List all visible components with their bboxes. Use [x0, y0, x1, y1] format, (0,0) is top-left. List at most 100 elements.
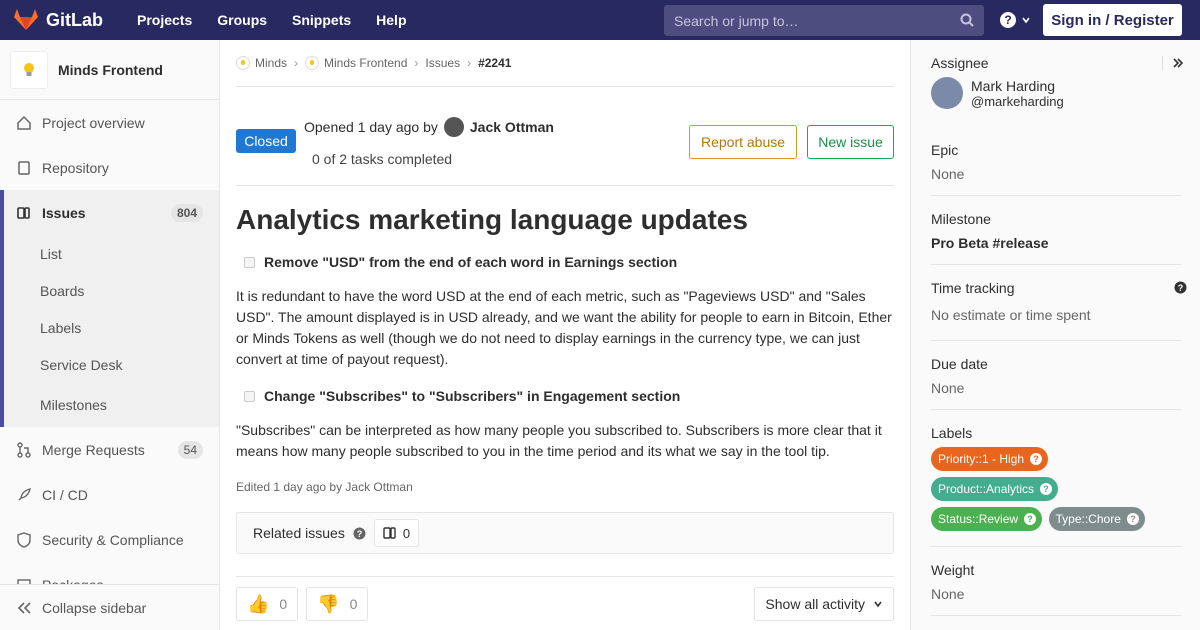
due-date-block: Due date None [931, 356, 1181, 410]
sidebar-subitem-labels[interactable]: Labels [0, 309, 219, 346]
brand-name: GitLab [46, 9, 103, 30]
related-issues-block: Related issues ? 0 [236, 512, 894, 554]
project-avatar [10, 50, 48, 89]
sidebar-item-security[interactable]: Security & Compliance [0, 517, 219, 562]
question-icon[interactable]: ? [1174, 281, 1187, 294]
breadcrumb-issue-number[interactable]: #2241 [478, 56, 511, 70]
sidebar-item-project-overview[interactable]: Project overview [0, 100, 219, 145]
sidebar-item-repository[interactable]: Repository [0, 145, 219, 190]
status-badge: Closed [236, 129, 296, 153]
search-input[interactable]: Search or jump to… [664, 5, 984, 36]
task-item: Remove "USD" from the end of each word i… [236, 254, 894, 270]
nav-groups[interactable]: Groups [217, 12, 267, 28]
description-paragraph: It is redundant to have the word USD at … [236, 288, 892, 367]
tanuki-icon [14, 9, 38, 30]
thumbs-down-button[interactable]: 👎 0 [306, 587, 369, 621]
due-date-title: Due date [931, 356, 988, 372]
breadcrumb-minds[interactable]: Minds [255, 56, 287, 70]
question-icon: ? [1030, 453, 1043, 465]
label-status[interactable]: Status::Review? [931, 507, 1043, 531]
sidebar-item-issues[interactable]: Issues 804 [0, 190, 219, 235]
weight-value: None [931, 586, 965, 602]
breadcrumb-project[interactable]: Minds Frontend [324, 56, 407, 70]
merge-request-icon [17, 441, 31, 458]
thumbs-up-button[interactable]: 👍 0 [236, 587, 299, 621]
sidebar-item-label: Merge Requests [42, 441, 145, 458]
collapse-sidebar-button[interactable]: Collapse sidebar [0, 584, 219, 630]
label-text: Type::Chore [1055, 512, 1121, 526]
chevron-right-icon: › [414, 56, 419, 70]
task-text: Remove "USD" from the end of each word i… [264, 254, 678, 270]
label-priority[interactable]: Priority::1 - High? [931, 447, 1049, 471]
assignee-username: @markeharding [971, 93, 1064, 109]
sidebar-item-label: CI / CD [42, 486, 88, 503]
question-icon: ? [1040, 483, 1053, 495]
sidebar-item-label: Security & Compliance [42, 531, 184, 548]
task-checkbox[interactable] [244, 390, 255, 402]
time-tracking-block: Time tracking ? No estimate or time spen… [931, 280, 1187, 341]
sidebar-subitem-milestones[interactable]: Milestones [0, 383, 219, 427]
time-tracking-value: No estimate or time spent [931, 307, 1091, 323]
label-product[interactable]: Product::Analytics? [931, 477, 1059, 501]
tasks-status: 0 of 2 tasks completed [312, 151, 453, 167]
task-text: Change "Subscribes" to "Subscribers" in … [264, 388, 681, 404]
project-sidebar: Minds Frontend Project overview Reposito… [0, 40, 220, 630]
due-date-value: None [931, 380, 965, 396]
signin-button[interactable]: Sign in / Register [1043, 4, 1182, 36]
top-navbar: GitLab Projects Groups Snippets Help Sea… [0, 0, 1200, 40]
awards-row: 👍 0 👎 0 Show all activity [236, 576, 894, 621]
avatar [931, 77, 963, 109]
report-abuse-button[interactable]: Report abuse [689, 125, 797, 159]
thumbs-down-count: 0 [349, 596, 358, 612]
label-type[interactable]: Type::Chore? [1048, 507, 1145, 531]
nav-help[interactable]: Help [376, 12, 406, 28]
nav-snippets[interactable]: Snippets [292, 12, 351, 28]
sidebar-subitem-list[interactable]: List [0, 235, 219, 272]
help-dropdown[interactable]: ? [999, 11, 1031, 29]
issue-main: Minds › Minds Frontend › Issues › #2241 … [236, 40, 894, 621]
gitlab-logo[interactable]: GitLab [14, 9, 103, 31]
sidebar-item-ci-cd[interactable]: CI / CD [0, 472, 219, 517]
new-issue-button[interactable]: New issue [807, 125, 894, 159]
rocket-icon [18, 487, 31, 500]
epic-block: Epic None [931, 142, 1181, 196]
chevron-right-icon: › [467, 56, 472, 70]
collapse-label: Collapse sidebar [42, 599, 147, 616]
nav-projects[interactable]: Projects [137, 12, 192, 28]
chevron-right-icon: › [294, 56, 299, 70]
question-icon: ? [1126, 513, 1139, 525]
label-text: Status::Review [938, 512, 1019, 526]
author-avatar[interactable] [443, 117, 464, 137]
project-header[interactable]: Minds Frontend [0, 40, 219, 100]
question-icon: ? [1024, 513, 1037, 525]
thumbs-up-icon: 👍 [247, 593, 270, 614]
search-placeholder: Search or jump to… [674, 12, 799, 29]
milestone-block: Milestone Pro Beta #release [931, 211, 1181, 265]
sidebar-item-merge-requests[interactable]: Merge Requests 54 [0, 427, 219, 472]
issue-sidebar: Assignee Mark Harding @markeharding Epic… [910, 40, 1200, 630]
sidebar-subitem-service-desk[interactable]: Service Desk [0, 346, 219, 383]
related-issues-count[interactable]: 0 [373, 519, 420, 547]
sidebar-subitem-boards[interactable]: Boards [0, 272, 219, 309]
assignee-user[interactable]: Mark Harding @markeharding [931, 77, 1181, 109]
author-name[interactable]: Jack Ottman [470, 119, 554, 135]
breadcrumb-issues[interactable]: Issues [425, 56, 460, 70]
time-tracking-title: Time tracking [931, 280, 1015, 296]
activity-filter-dropdown[interactable]: Show all activity [754, 587, 894, 621]
weight-block: Weight None [931, 562, 1181, 616]
question-icon[interactable]: ? [353, 527, 366, 540]
opened-text: Opened 1 day ago by [304, 119, 438, 135]
project-name: Minds Frontend [58, 61, 163, 78]
search-icon [960, 13, 974, 27]
group-avatar-icon [236, 56, 250, 70]
sidebar-item-label: Project overview [42, 114, 145, 131]
thumbs-up-count: 0 [279, 596, 288, 612]
milestone-value[interactable]: Pro Beta #release [931, 235, 1181, 251]
epic-value: None [931, 166, 965, 182]
assignee-title: Assignee [931, 55, 989, 71]
activity-filter-label: Show all activity [765, 596, 865, 612]
epic-title: Epic [931, 142, 959, 158]
issue-meta: Opened 1 day ago by Jack Ottman [304, 117, 554, 137]
task-checkbox[interactable] [244, 256, 255, 268]
chevron-down-icon [874, 601, 882, 608]
